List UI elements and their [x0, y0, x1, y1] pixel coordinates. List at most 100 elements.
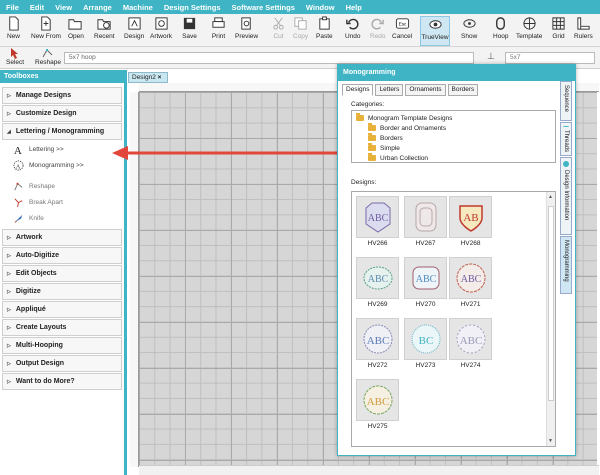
knife-toolbox-item[interactable]: Knife	[0, 210, 124, 226]
section-digitize[interactable]: ▷ Digitize	[2, 283, 122, 300]
new-from-button[interactable]: New From	[31, 16, 61, 46]
tab-borders[interactable]: Borders	[447, 84, 479, 96]
lettering-tool[interactable]: A Lettering >>	[0, 141, 124, 157]
designs-label: Designs:	[351, 179, 377, 186]
recent-button[interactable]: Recent	[94, 16, 115, 46]
design-thumbnail[interactable]: ABC HV270	[404, 257, 447, 308]
section-artwork[interactable]: ▷ Artwork	[2, 229, 122, 246]
tab-sequence[interactable]: Sequence	[560, 81, 572, 121]
design-thumbnail[interactable]: ABC HV275	[356, 379, 399, 430]
design-thumbnail[interactable]: ABC HV274	[449, 318, 492, 369]
tab-threads[interactable]: Threads	[560, 122, 572, 156]
section-manage-designs[interactable]: ▷ Manage Designs	[2, 87, 122, 104]
category-item[interactable]: Border and Ornaments	[356, 123, 555, 133]
new-file-icon	[9, 16, 19, 31]
design-thumbnail[interactable]: HV267	[404, 196, 447, 247]
menu-view[interactable]: View	[55, 3, 72, 12]
designs-scrollbar[interactable]: ▲ ▼	[546, 192, 555, 446]
break-apart-toolbox-item[interactable]: Break Apart	[0, 194, 124, 210]
horizontal-scrollbar[interactable]	[139, 465, 599, 475]
save-button[interactable]: Save	[182, 16, 197, 46]
undo-button[interactable]: Undo	[345, 16, 361, 46]
copy-button[interactable]: Copy	[293, 16, 308, 46]
paste-button[interactable]: Paste	[316, 16, 333, 46]
section-customize-design[interactable]: ▷ Customize Design	[2, 105, 122, 122]
menu-arrange[interactable]: Arrange	[83, 3, 112, 12]
menu-help[interactable]: Help	[346, 3, 362, 12]
open-button[interactable]: Open	[68, 16, 84, 46]
cut-button[interactable]: Cut	[271, 16, 286, 46]
design-thumbnail[interactable]: ABC HV266	[356, 196, 399, 247]
tab-design2[interactable]: Design2 ×	[128, 72, 168, 83]
artwork-button[interactable]: Artwork	[150, 16, 172, 46]
tab-design-information[interactable]: Design Information	[560, 157, 572, 235]
reshape-tool[interactable]: Reshape	[35, 48, 61, 66]
section-want-more[interactable]: ▷ Want to do More?	[2, 373, 122, 390]
category-item[interactable]: Urban Collection	[356, 153, 555, 163]
reshape-toolbox-item[interactable]: Reshape	[0, 178, 124, 194]
info-icon	[563, 161, 569, 167]
design-thumbnail[interactable]: BC HV273	[404, 318, 447, 369]
section-output-design[interactable]: ▷ Output Design	[2, 355, 122, 372]
menu-edit[interactable]: Edit	[30, 3, 44, 12]
menu-design-settings[interactable]: Design Settings	[164, 3, 221, 12]
section-create-layouts[interactable]: ▷ Create Layouts	[2, 319, 122, 336]
design-thumbnail[interactable]: ABC HV271	[449, 257, 492, 308]
select-tool[interactable]: Select	[6, 48, 24, 66]
chevron-right-icon: ▷	[7, 378, 11, 385]
new-button[interactable]: New	[6, 16, 21, 46]
grid-button[interactable]: Grid	[551, 16, 566, 46]
design-thumbnail[interactable]: AB HV268	[449, 196, 492, 247]
section-multi-hooping[interactable]: ▷ Multi-Hooping	[2, 337, 122, 354]
close-icon[interactable]: ×	[158, 74, 162, 81]
section-edit-objects[interactable]: ▷ Edit Objects	[2, 265, 122, 282]
hoop-size-field[interactable]: 5x7	[505, 52, 595, 64]
preview-button[interactable]: Preview	[235, 16, 258, 46]
monogram-icon: ABC	[456, 324, 485, 354]
template-button[interactable]: Template	[516, 16, 542, 46]
menu-window[interactable]: Window	[306, 3, 335, 12]
break-apart-icon	[14, 198, 23, 207]
rulers-button[interactable]: Rulers	[574, 16, 593, 46]
menu-file[interactable]: File	[6, 3, 19, 12]
preview-icon	[241, 17, 251, 30]
section-auto-digitize[interactable]: ▷ Auto-Digitize	[2, 247, 122, 264]
category-item[interactable]: Simple	[356, 143, 555, 153]
design-thumbnail[interactable]: ABC HV272	[356, 318, 399, 369]
cut-icon	[273, 17, 284, 30]
monogram-icon: ABC	[456, 263, 485, 293]
category-item[interactable]: Borders	[356, 133, 555, 143]
cancel-button[interactable]: Esc Cancel	[392, 16, 412, 46]
scroll-up-icon[interactable]: ▲	[548, 194, 553, 200]
scrollbar-thumb[interactable]	[548, 206, 554, 401]
tab-ornaments[interactable]: Ornaments	[405, 84, 446, 96]
svg-text:ABC: ABC	[459, 335, 482, 347]
hoop-button[interactable]: Hoop	[493, 16, 509, 46]
tab-designs[interactable]: Designs	[342, 84, 374, 96]
category-item[interactable]: Monogram Template Designs	[356, 113, 555, 123]
menu-software-settings[interactable]: Software Settings	[232, 3, 295, 12]
categories-tree: Monogram Template Designs Border and Orn…	[351, 110, 556, 163]
open-folder-icon	[68, 19, 83, 30]
shield-icon: AB	[458, 205, 483, 232]
monogramming-tool[interactable]: A Monogramming >>	[0, 157, 124, 173]
tab-letters[interactable]: Letters	[375, 84, 404, 96]
redo-button[interactable]: Redo	[370, 16, 386, 46]
tab-monogramming[interactable]: Monogramming	[560, 236, 572, 294]
svg-text:A: A	[16, 163, 21, 170]
new-from-icon	[41, 16, 52, 31]
hoop-dropdown[interactable]: 5x7 hoop	[64, 52, 474, 64]
design-button[interactable]: Design	[124, 16, 144, 46]
monogram-icon: ABC	[363, 324, 392, 354]
trueview-button[interactable]: TrueView	[420, 16, 450, 46]
show-button[interactable]: Show	[461, 16, 477, 46]
menu-machine[interactable]: Machine	[123, 3, 153, 12]
scroll-down-icon[interactable]: ▼	[548, 438, 553, 444]
monogram-icon: BC	[411, 324, 440, 354]
print-button[interactable]: Print	[211, 16, 226, 46]
design-thumbnail[interactable]: ABC HV269	[356, 257, 399, 308]
section-lettering-monogramming[interactable]: ◢ Lettering / Monogramming	[2, 123, 122, 140]
section-applique[interactable]: ▷ Appliqué	[2, 301, 122, 318]
chevron-right-icon: ▷	[7, 360, 11, 367]
reshape-icon	[14, 182, 23, 190]
